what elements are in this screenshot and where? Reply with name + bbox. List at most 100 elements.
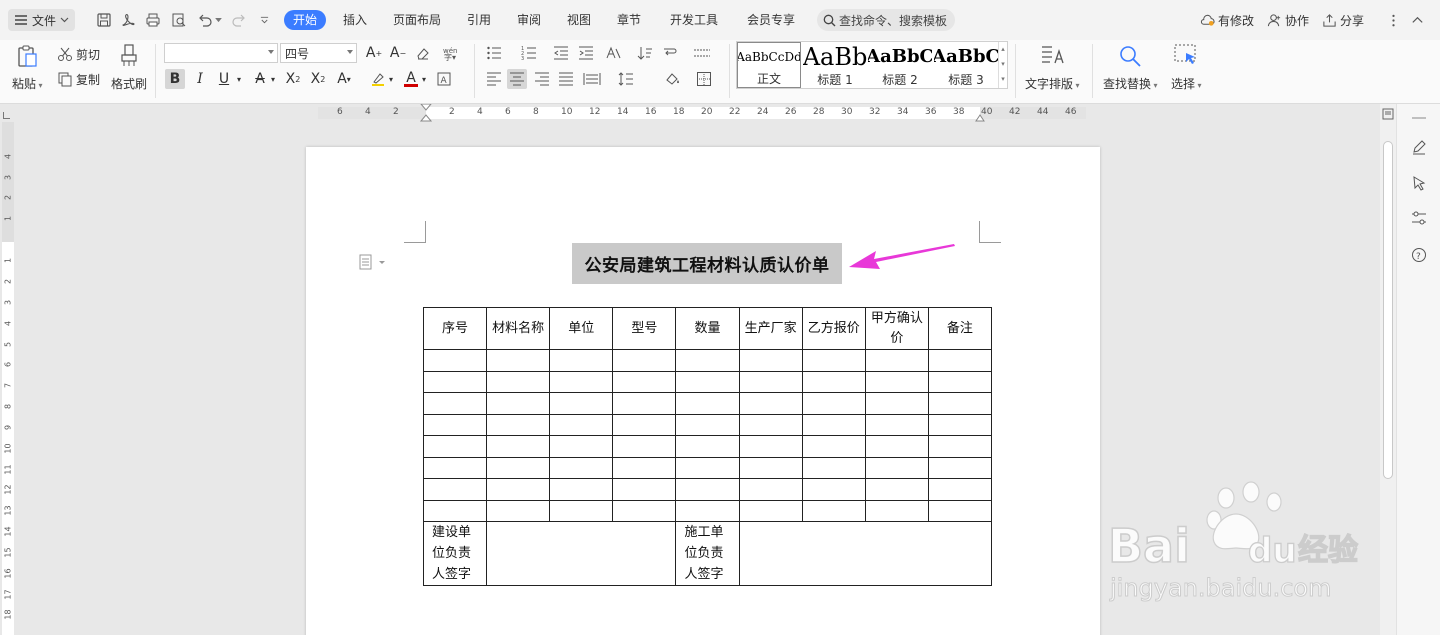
table-cell[interactable]: [549, 413, 614, 436]
tab-page-layout[interactable]: 页面布局: [393, 10, 441, 30]
redo-icon[interactable]: [229, 10, 249, 30]
table-cell[interactable]: [675, 478, 740, 501]
minimize-panel-icon[interactable]: [1409, 108, 1429, 128]
table-cell[interactable]: [422, 456, 488, 479]
table-cell[interactable]: [612, 370, 677, 393]
borders-icon[interactable]: [694, 69, 714, 89]
table-cell[interactable]: [864, 349, 929, 372]
font-color-icon[interactable]: A: [401, 69, 421, 89]
vertical-scrollbar[interactable]: [1380, 104, 1396, 635]
shading-icon[interactable]: [662, 69, 682, 89]
table-cell[interactable]: [486, 435, 551, 458]
superscript-button[interactable]: X2: [283, 69, 303, 89]
table-cell[interactable]: [675, 413, 740, 436]
table-cell[interactable]: [549, 478, 614, 501]
table-cell[interactable]: [486, 456, 551, 479]
decrease-font-size-icon[interactable]: A −: [388, 43, 408, 63]
command-search[interactable]: 查找命令、搜索模板: [817, 9, 955, 31]
table-cell[interactable]: [675, 435, 740, 458]
table-cell[interactable]: [612, 499, 677, 522]
highlight-icon[interactable]: [368, 69, 388, 89]
table-cell[interactable]: [422, 435, 488, 458]
document-page[interactable]: 公安局建筑工程材料认质认价单 序号 材料名称 单位 型号 数量 生产厂家 乙方报价 甲方确认价…: [306, 147, 1100, 635]
table-cell[interactable]: [486, 499, 551, 522]
style-heading-2[interactable]: AaBbC 标题 2: [868, 42, 932, 88]
character-border-icon[interactable]: A: [434, 69, 454, 89]
table-cell[interactable]: [486, 478, 551, 501]
cut-button[interactable]: 剪切: [57, 45, 100, 63]
paste-button[interactable]: 粘贴 ▾: [12, 43, 43, 92]
table-cell[interactable]: [927, 499, 993, 522]
strikethrough-button[interactable]: A: [250, 69, 270, 89]
table-cell[interactable]: [738, 478, 803, 501]
copy-button[interactable]: 复制: [57, 70, 100, 88]
view-options-icon[interactable]: [1382, 108, 1394, 120]
table-cell[interactable]: [549, 435, 614, 458]
table-cell[interactable]: [927, 413, 993, 436]
increase-indent-icon[interactable]: [576, 43, 596, 63]
sort-icon[interactable]: [635, 43, 655, 63]
table-cell[interactable]: [612, 456, 677, 479]
table-cell[interactable]: [927, 370, 993, 393]
justify-icon[interactable]: [556, 69, 576, 89]
table-cell[interactable]: [422, 370, 488, 393]
increase-font-size-icon[interactable]: A +: [364, 43, 384, 63]
table-cell[interactable]: [612, 435, 677, 458]
underline-dropdown-icon[interactable]: ▾: [234, 69, 244, 89]
style-gallery-scroll[interactable]: ▴ ▾ ▾: [998, 42, 1007, 88]
table-cell[interactable]: [864, 392, 929, 415]
table-cell[interactable]: [549, 392, 614, 415]
customize-toolbar-icon[interactable]: [254, 10, 274, 30]
undo-dropdown-icon[interactable]: [213, 10, 223, 30]
highlight-dropdown-icon[interactable]: ▾: [386, 69, 396, 89]
table-cell[interactable]: [927, 478, 993, 501]
table-cell[interactable]: [801, 413, 866, 436]
indent-marker[interactable]: [420, 104, 432, 122]
table-header-cell[interactable]: 数量: [675, 307, 740, 350]
table-cell[interactable]: [675, 456, 740, 479]
table-header-cell[interactable]: 备注: [927, 307, 993, 350]
style-heading-3[interactable]: AaBbC 标题 3: [934, 42, 998, 88]
strikethrough-dropdown-icon[interactable]: ▾: [268, 69, 278, 89]
table-cell[interactable]: [864, 499, 929, 522]
table-header-cell[interactable]: 甲方确认价: [864, 307, 929, 350]
table-cell[interactable]: [738, 456, 803, 479]
table-cell[interactable]: [612, 413, 677, 436]
distribute-icon[interactable]: [582, 69, 602, 89]
table-header-cell[interactable]: 序号: [422, 307, 488, 350]
chinese-layout-icon[interactable]: [603, 43, 623, 63]
clear-format-icon[interactable]: [413, 43, 433, 63]
bullet-list-icon[interactable]: [484, 43, 504, 63]
table-cell[interactable]: [738, 349, 803, 372]
paragraph-options-icon[interactable]: [359, 254, 387, 270]
tab-member[interactable]: 会员专享: [747, 10, 795, 30]
table-cell[interactable]: [486, 370, 551, 393]
table-cell[interactable]: [864, 456, 929, 479]
tab-developer[interactable]: 开发工具: [670, 10, 718, 30]
pen-icon[interactable]: [1409, 137, 1429, 157]
table-cell[interactable]: [486, 349, 551, 372]
tab-home[interactable]: 开始: [284, 10, 327, 30]
table-cell[interactable]: [675, 370, 740, 393]
table-cell[interactable]: [612, 392, 677, 415]
table-header-cell[interactable]: 单位: [549, 307, 614, 350]
font-size-select[interactable]: 四号: [280, 43, 357, 63]
table-cell[interactable]: [801, 349, 866, 372]
subscript-button[interactable]: X2: [308, 69, 328, 89]
align-left-icon[interactable]: [484, 69, 504, 89]
collaborate-button[interactable]: 协作: [1267, 10, 1309, 30]
table-cell[interactable]: [612, 349, 677, 372]
tab-references[interactable]: 引用: [467, 10, 491, 30]
modified-status-button[interactable]: 有修改: [1200, 10, 1254, 30]
builder-sign-area[interactable]: [486, 521, 677, 586]
tab-view[interactable]: 视图: [567, 10, 591, 30]
table-cell[interactable]: [738, 499, 803, 522]
underline-button[interactable]: U: [214, 69, 234, 89]
text-effect-icon[interactable]: A ▾: [334, 69, 354, 89]
settings-sliders-icon[interactable]: [1409, 208, 1429, 228]
table-cell[interactable]: [927, 392, 993, 415]
table-cell[interactable]: [738, 435, 803, 458]
help-icon[interactable]: ?: [1409, 245, 1429, 265]
builder-sign-label[interactable]: 建设单位负责人签字: [422, 521, 488, 586]
print-preview-icon[interactable]: [169, 10, 189, 30]
